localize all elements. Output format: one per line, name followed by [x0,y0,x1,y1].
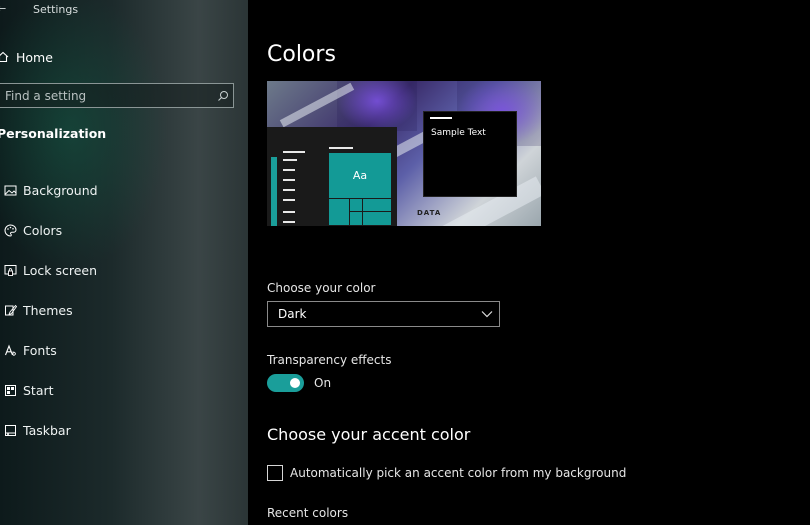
sidebar: ← Settings Home Personalization Backgrou… [0,0,248,525]
sidebar-item-taskbar[interactable]: Taskbar [0,410,240,450]
sidebar-item-fonts[interactable]: Fonts [0,330,240,370]
transparency-toggle[interactable] [267,374,304,392]
auto-accent-checkbox[interactable] [267,465,283,481]
preview-menu-line [329,147,353,149]
chevron-down-icon [475,310,499,318]
sidebar-item-start[interactable]: Start [0,370,240,410]
window-title: Settings [33,3,79,16]
search-input[interactable] [5,88,213,103]
sidebar-item-background[interactable]: Background [0,170,240,210]
toggle-knob [290,378,300,388]
preview-accent-strip [271,157,277,226]
nav-home[interactable]: Home [0,46,240,68]
transparency-state: On [314,376,332,390]
search-box[interactable] [0,83,234,108]
sidebar-item-themes[interactable]: Themes [0,290,240,330]
preview-menu-line [283,151,305,153]
preview-menu-line [283,169,295,171]
preview-menu-line [283,211,295,213]
transparency-toggle-row: On [267,374,331,392]
preview-menu-line [283,221,295,223]
choose-color-value: Dark [278,307,307,321]
preview-tile [363,199,391,211]
preview-menu-line [283,189,295,191]
back-arrow-icon[interactable]: ← [0,2,6,15]
sidebar-item-label: Start [23,382,54,398]
preview-menu-line [283,179,295,181]
section-title: Personalization [0,126,107,141]
choose-color-label: Choose your color [267,281,376,295]
transparency-label: Transparency effects [267,353,392,367]
preview-tile [329,199,349,225]
auto-accent-label: Automatically pick an accent color from … [290,466,627,480]
taskbar-icon [3,423,17,437]
sidebar-item-label: Lock screen [23,262,98,278]
choose-color-dropdown[interactable]: Dark [267,301,500,327]
accent-color-heading: Choose your accent color [267,425,471,444]
preview-menu-line [283,199,295,201]
home-icon [0,51,11,63]
preview-window-line [430,117,452,119]
picture-icon [3,183,17,197]
sidebar-item-label: Taskbar [23,422,71,438]
page-title: Colors [267,42,336,67]
palette-icon [3,223,17,237]
preview-tile [363,212,391,225]
theme-preview: Aa Sample Text DATA [267,81,541,226]
preview-logo-text: DATA [417,209,442,217]
title-bar: ← Settings [0,2,248,18]
sidebar-item-colors[interactable]: Colors [0,210,240,250]
preview-menu-line [283,159,297,161]
preview-window: Sample Text [423,111,517,197]
start-menu-icon [3,383,17,397]
preview-tile [350,199,362,211]
sidebar-item-label: Background [23,182,98,198]
recent-colors-label: Recent colors [267,506,349,520]
main-panel: Colors Aa Sample Text DATA Choose your c… [248,0,810,525]
font-icon [3,343,17,357]
brush-icon [3,303,17,317]
sidebar-item-label: Fonts [23,342,57,358]
sidebar-item-label: Colors [23,222,63,238]
lock-screen-icon [3,263,17,277]
sidebar-item-label: Themes [23,302,73,318]
auto-accent-row[interactable]: Automatically pick an accent color from … [267,465,626,481]
search-icon[interactable] [213,90,233,102]
nav-list: Background Colors Lock screen Themes Fon… [0,170,240,450]
preview-sample-text: Sample Text [431,128,486,138]
preview-tile-large: Aa [329,153,391,198]
sidebar-item-lock-screen[interactable]: Lock screen [0,250,240,290]
nav-home-label: Home [16,49,53,65]
preview-tile [350,212,362,225]
